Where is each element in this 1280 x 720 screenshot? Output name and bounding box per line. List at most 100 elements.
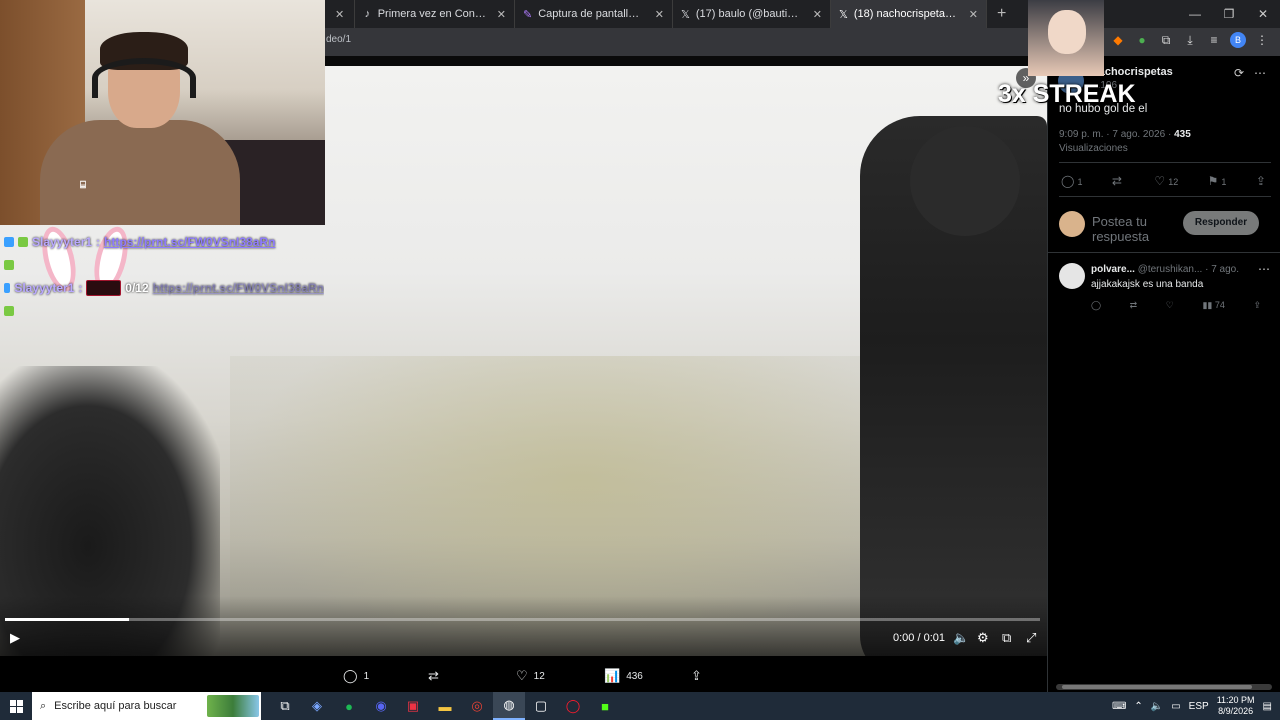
share-action[interactable]: ⇪ [1256, 174, 1269, 188]
comment-time[interactable]: · 7 ago. [1205, 264, 1239, 275]
gift-badge-icon [4, 259, 14, 270]
avatar[interactable] [1059, 263, 1085, 289]
close-icon[interactable]: ✕ [497, 8, 506, 21]
obs-icon[interactable]: ◍ [493, 692, 525, 720]
spotify-icon[interactable]: ● [333, 692, 365, 720]
volume-icon[interactable]: 🔈 [953, 630, 969, 646]
post-timestamp[interactable]: 9:09 p. m. · 7 ago. 2026 · [1059, 129, 1174, 140]
window-controls: — ❐ ✕ [1178, 0, 1280, 28]
maximize-icon[interactable]: ❐ [1212, 7, 1246, 21]
tab-tiktok[interactable]: ♪ Primera vez en Concepción: Vi ✕ [355, 0, 515, 28]
more-icon[interactable]: ⋯ [1254, 66, 1266, 80]
app-icon[interactable]: ▣ [397, 692, 429, 720]
pip-icon[interactable]: ⧉ [1002, 630, 1011, 646]
puzzle-icon[interactable]: ⧉ [1158, 33, 1174, 48]
heart-icon[interactable]: ♡ [1166, 300, 1174, 311]
chat-link: https://prnt.sc/FW0VSnI38aRn [104, 234, 276, 249]
opera-gx-icon[interactable]: ◯ [557, 692, 589, 720]
tab-baulo[interactable]: 𝕏 (17) baulo (@bautiagnone) / X ✕ [673, 0, 831, 28]
reply-input[interactable]: Postea tu respuesta [1092, 214, 1182, 244]
media-icon[interactable]: ≡ [1206, 33, 1222, 47]
settings-icon[interactable]: ⚙ [977, 630, 989, 646]
tab-title: Primera vez en Concepción: Vi [377, 8, 487, 20]
close-window-icon[interactable]: ✕ [1246, 7, 1280, 21]
chevron-up-icon[interactable]: ⌃ [1134, 701, 1142, 712]
clock[interactable]: 11:20 PM 8/9/2026 [1217, 695, 1255, 717]
notifications-icon[interactable]: ▤ [1263, 701, 1272, 712]
capcut-icon[interactable]: ▢ [525, 692, 557, 720]
comment-icon[interactable]: ◯ [1091, 300, 1101, 311]
network-icon[interactable]: ▭ [1171, 701, 1180, 712]
menu-icon[interactable]: ⋮ [1254, 33, 1270, 47]
progress-pill [86, 279, 122, 296]
reply-action[interactable]: ◯ 1 [343, 668, 369, 684]
speaker-icon[interactable]: 🔈 [1151, 701, 1163, 712]
share-icon[interactable]: ⇪ [1253, 300, 1261, 311]
close-icon[interactable]: ✕ [813, 8, 822, 21]
video-time: 0:00 / 0:01 [893, 632, 945, 644]
comment-author[interactable]: polvare... [1091, 264, 1135, 275]
reply-action[interactable]: ◯ 1 [1061, 174, 1082, 188]
views-action[interactable]: 📊 436 [604, 668, 643, 684]
task-view-icon[interactable]: ⧉ [269, 692, 301, 720]
extension-icon[interactable]: ● [1134, 33, 1150, 47]
post-author[interactable]: nachocrispetas [1092, 66, 1173, 78]
search-highlight-image [207, 695, 259, 717]
controls-gradient [0, 596, 1047, 656]
divider [1059, 196, 1271, 197]
share-action[interactable]: ⇪ [691, 668, 702, 684]
extensions-bar: ◆ ● ⧉ ⤓ ≡ B ⋮ [1110, 32, 1270, 48]
tab-lightshot[interactable]: ✎ Captura de pantalla por Lightsh ✕ [515, 0, 673, 28]
bookmark-action[interactable]: ⚑ 1 [1208, 174, 1227, 188]
divider [1048, 252, 1280, 253]
sub-badge-icon [4, 236, 14, 247]
minimize-icon[interactable]: — [1178, 7, 1212, 21]
scrollbar-thumb[interactable] [1062, 685, 1252, 689]
reply-count: 1 [1077, 177, 1083, 187]
profile-avatar[interactable]: B [1230, 32, 1246, 48]
more-icon[interactable]: ⋯ [1258, 262, 1270, 276]
fullscreen-icon[interactable]: ⤢ [1026, 630, 1036, 646]
repost-action[interactable]: ⇄ [428, 668, 445, 684]
chrome-icon[interactable]: ◎ [461, 692, 493, 720]
copilot-icon[interactable]: ◈ [301, 692, 333, 720]
clock-date: 8/9/2026 [1218, 706, 1254, 716]
chat-line-spacer [4, 299, 324, 322]
new-tab-icon[interactable]: + [987, 5, 1016, 23]
keyboard-icon[interactable]: ⌨ [1112, 701, 1126, 712]
start-button[interactable] [0, 692, 32, 720]
like-count: 12 [533, 670, 545, 682]
close-icon[interactable]: ✕ [335, 8, 344, 21]
video-progress-bar[interactable] [5, 618, 1040, 621]
url-text[interactable]: deo/1 [326, 34, 351, 45]
share-icon: ⇪ [691, 668, 702, 683]
horizontal-scrollbar[interactable] [1056, 684, 1272, 690]
views-action[interactable]: ▮▮ 74 [1202, 300, 1224, 311]
tab-partial[interactable]: ✕ [325, 0, 355, 28]
extension-icon[interactable]: ◆ [1110, 33, 1126, 47]
streamer-webcam: ⌸ [0, 0, 325, 225]
discord-icon[interactable]: ◉ [365, 692, 397, 720]
comment-header: polvare... @terushikan... · 7 ago. [1091, 264, 1239, 275]
like-action[interactable]: ♡ 12 [1154, 174, 1178, 188]
tab-nachocrispetas[interactable]: 𝕏 (18) nachocrispetas en X: "@fe ✕ [831, 0, 987, 28]
grok-icon[interactable]: ⟳ [1234, 66, 1244, 80]
kick-icon[interactable]: ■ [589, 692, 621, 720]
tab-title: (17) baulo (@bautiagnone) / X [695, 8, 803, 20]
download-icon[interactable]: ⤓ [1182, 33, 1198, 48]
close-icon[interactable]: ✕ [655, 8, 664, 21]
taskbar-search[interactable]: ⌕ Escribe aquí para buscar [32, 692, 261, 720]
close-icon[interactable]: ✕ [969, 8, 978, 21]
play-icon[interactable]: ▶ [10, 630, 20, 646]
repost-icon[interactable]: ⇄ [1130, 300, 1138, 311]
bookmark-count: 1 [1221, 177, 1227, 187]
like-action[interactable]: ♡ 12 [516, 668, 545, 684]
input-language[interactable]: ESP [1189, 701, 1209, 712]
comment-handle[interactable]: @terushikan... [1138, 264, 1203, 275]
file-explorer-icon[interactable]: ▬ [429, 692, 461, 720]
chat-separator: : [78, 280, 83, 295]
view-count: 74 [1214, 300, 1225, 310]
streak-overlay: 3x STREAK [998, 80, 1136, 108]
repost-action[interactable]: ⇄ [1112, 174, 1125, 188]
reply-button[interactable]: Responder [1183, 211, 1259, 235]
